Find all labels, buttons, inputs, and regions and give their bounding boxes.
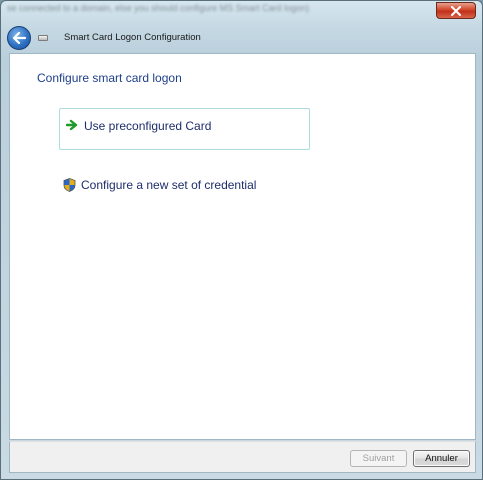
use-preconfigured-card-option[interactable]: Use preconfigured Card xyxy=(59,108,310,150)
configure-new-credential-option[interactable]: Configure a new set of credential xyxy=(63,177,283,195)
wizard-header: Smart Card Logon Configuration xyxy=(2,25,483,53)
wizard-window: se connected to a domain, else you shoul… xyxy=(0,0,483,480)
green-arrow-icon xyxy=(66,119,78,131)
use-preconfigured-card-label: Use preconfigured Card xyxy=(84,119,212,133)
smart-card-reader-icon xyxy=(38,35,48,41)
configure-new-credential-label: Configure a new set of credential xyxy=(81,178,257,192)
window-title: Smart Card Logon Configuration xyxy=(64,32,201,43)
back-arrow-icon xyxy=(12,32,26,44)
content-panel: Configure smart card logon Use preconfig… xyxy=(9,53,476,440)
cancel-button[interactable]: Annuler xyxy=(413,450,470,467)
page-title: Configure smart card logon xyxy=(37,71,182,85)
uac-shield-icon xyxy=(63,178,76,192)
close-button[interactable] xyxy=(436,2,476,19)
next-button[interactable]: Suivant xyxy=(350,450,407,467)
back-button[interactable] xyxy=(7,26,31,50)
close-icon xyxy=(451,5,461,16)
wizard-footer: Suivant Annuler xyxy=(9,441,476,473)
background-window-text: se connected to a domain, else you shoul… xyxy=(7,3,310,13)
